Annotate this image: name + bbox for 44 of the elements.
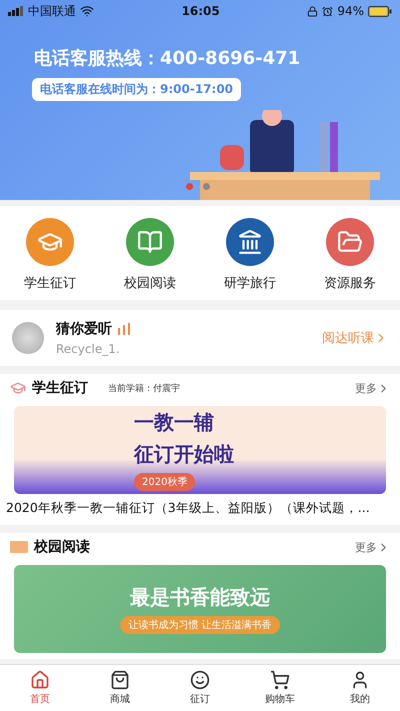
section-title: 校园阅读 [34,538,90,556]
hero-banner[interactable]: 中国联通 16:05 94% 电话客服热线：400-8696-471 电话客服在线时间为：9:00-17:00 [0,0,400,200]
tab-bar-item[interactable]: 购物车 [240,665,320,711]
banner-tag: 让读书成为习惯 让生活溢满书香 [120,616,280,634]
building-icon [237,229,263,255]
equalizer-icon [118,323,130,335]
more-link[interactable]: 更多 [355,380,390,396]
more-link[interactable]: 更多 [355,540,390,554]
banner-subtitle: 征订开始啦 [134,441,234,468]
battery-icon [368,6,392,16]
wifi-icon [80,4,94,18]
speaker-avatar-icon [12,322,44,354]
tab-bar-item[interactable]: 征订 [160,665,240,711]
tab-bar-item[interactable]: 首页 [0,665,80,711]
shortcut-button[interactable]: 资源服务 [300,218,400,292]
promo-banner[interactable]: 一教一辅 征订开始啦 2020秋季 [14,406,386,494]
hotline-text: 电话客服热线：400-8696-471 [34,47,302,70]
battery-text: 94% [337,4,364,18]
lock-icon [307,6,318,16]
shortcut-button[interactable]: 校园阅读 [100,218,200,292]
hours-label: 电话客服在线时间为：9:00-17:00 [32,78,242,101]
banner-title: 一教一辅 [134,409,214,436]
banner-title: 最是书香能致远 [130,584,270,611]
player-card[interactable]: 猜你爱听 Recycle_1. 阅达听课 [0,310,400,366]
home-icon [30,670,50,690]
smile-icon [190,670,210,690]
carrier-text: 中国联通 [28,2,76,20]
banner-tag: 2020秋季 [134,473,196,491]
cart-icon [270,670,290,690]
banner-caption: 2020年秋季一教一辅征订（3年级上、益阳版）（课外试题，... [5,499,371,517]
alarm-icon [322,6,334,16]
tab-bar-item[interactable]: 我的 [320,665,400,711]
clock-text: 16:05 [182,4,220,18]
section-title: 学生征订 [32,379,88,397]
tab-bar-item[interactable]: 商城 [80,665,160,711]
track-name: Recycle_1. [56,342,121,356]
graduation-cap-icon [10,380,26,396]
shortcut-button[interactable]: 研学旅行 [200,218,300,292]
carousel-dot[interactable] [186,183,193,190]
player-title: 猜你爱听 [56,320,112,338]
student-note: 当前学籍：付震宇 [108,382,181,394]
bag-icon [110,670,130,690]
shortcut-button[interactable]: 学生征订 [0,218,100,292]
signal-icon [8,6,24,16]
